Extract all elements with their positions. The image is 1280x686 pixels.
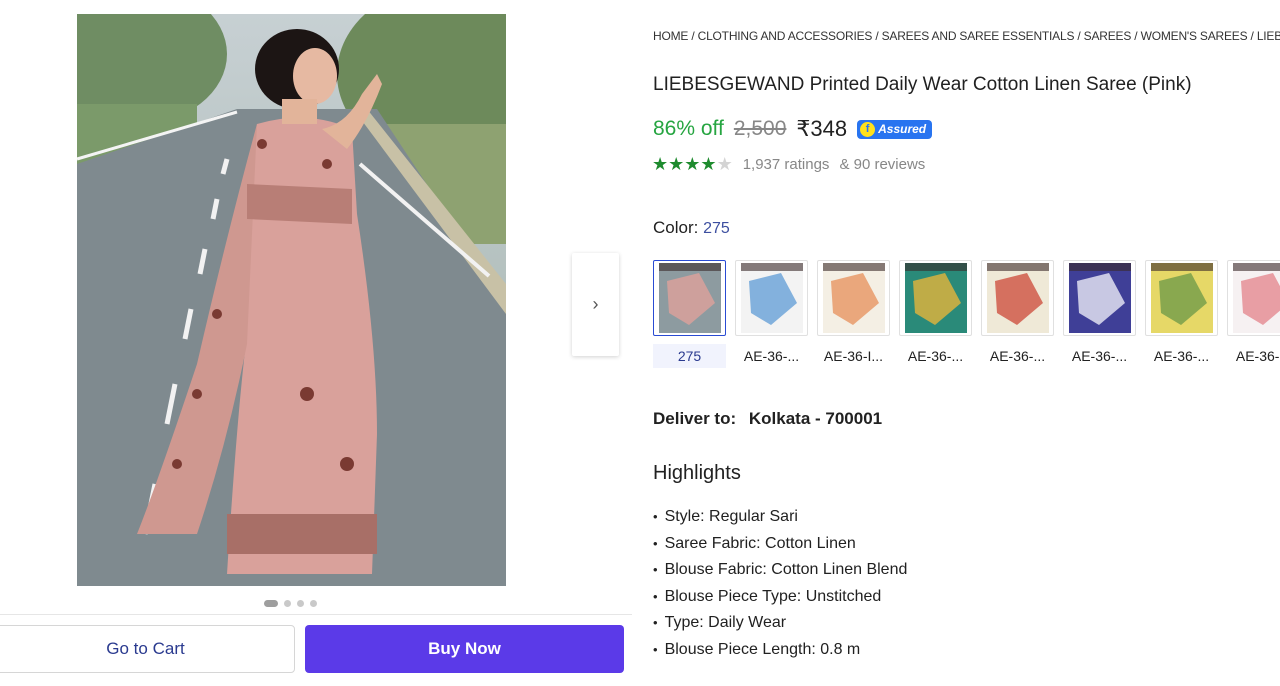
rating-row[interactable]: ★ ★ ★ ★ ★ 1,937 ratings & 90 reviews (652, 154, 925, 175)
swatch-label: AE-36-... (1235, 348, 1280, 364)
star-icon: ★ (700, 154, 717, 174)
delivery-info: Deliver to: Kolkata - 700001 (653, 409, 882, 429)
swatch-thumbnail[interactable] (899, 260, 972, 336)
product-title: LIEBESGEWAND Printed Daily Wear Cotton L… (653, 74, 1192, 95)
swatch-image (658, 263, 721, 333)
assured-badge: f Assured (857, 119, 933, 139)
star-icon: ★ (652, 154, 669, 174)
color-swatch[interactable]: AE-36-... (981, 260, 1054, 368)
flipkart-logo-icon: f (860, 121, 876, 137)
buy-now-button[interactable]: Buy Now (305, 625, 624, 673)
color-label-text: Color: (653, 218, 699, 237)
highlight-item: Type: Daily Wear (653, 610, 907, 637)
gallery-dots (264, 600, 317, 607)
highlights-title: Highlights (653, 462, 741, 484)
swatch-label: AE-36-... (989, 348, 1046, 364)
swatch-image (822, 263, 885, 333)
deliver-to-label: Deliver to: (653, 409, 737, 428)
swatch-thumbnail[interactable] (981, 260, 1054, 336)
price-row: 86% off 2,500 ₹348 f Assured (653, 116, 933, 142)
chevron-right-icon: › (592, 294, 599, 314)
gallery-dot[interactable] (264, 600, 278, 607)
color-label: Color: 275 (653, 218, 730, 238)
swatch-label: AE-36-... (1153, 348, 1210, 364)
swatch-label: AE-36-I... (823, 348, 884, 364)
go-to-cart-button[interactable]: Go to Cart (0, 625, 295, 673)
highlight-item: Style: Regular Sari (653, 504, 907, 531)
mrp-price: 2,500 (733, 117, 787, 140)
color-swatch[interactable]: AE-36-... (1227, 260, 1280, 368)
breadcrumb-item[interactable]: Clothing and Accessories (698, 29, 873, 43)
star-empty-icon: ★ (716, 154, 733, 174)
highlight-item: Blouse Piece Type: Unstitched (653, 584, 907, 611)
assured-label: Assured (878, 122, 927, 136)
swatch-image (1232, 263, 1280, 333)
reviews-count: & 90 reviews (839, 156, 926, 173)
breadcrumb-item[interactable]: Lieb (1257, 29, 1280, 43)
swatch-thumbnail[interactable] (653, 260, 726, 336)
color-swatch[interactable]: AE-36-... (735, 260, 808, 368)
breadcrumb: Home / Clothing and Accessories / Sarees… (653, 29, 1280, 43)
swatch-thumbnail[interactable] (817, 260, 890, 336)
highlight-item: Saree Fabric: Cotton Linen (653, 531, 907, 558)
product-main-image[interactable] (77, 14, 506, 586)
swatch-thumbnail[interactable] (1063, 260, 1136, 336)
breadcrumb-item[interactable]: Home (653, 29, 688, 43)
swatch-thumbnail[interactable] (735, 260, 808, 336)
swatch-label: AE-36-... (1071, 348, 1128, 364)
swatch-image (986, 263, 1049, 333)
delivery-location[interactable]: Kolkata - 700001 (749, 409, 882, 428)
swatch-image (1068, 263, 1131, 333)
ratings-count: 1,937 ratings (742, 156, 830, 173)
star-icon: ★ (684, 154, 701, 174)
selling-price: ₹348 (796, 116, 848, 141)
color-swatch[interactable]: AE-36-I... (817, 260, 890, 368)
discount-text: 86% off (653, 117, 724, 140)
color-swatch[interactable]: AE-36-... (899, 260, 972, 368)
saree-photo (77, 14, 506, 586)
swatch-label: AE-36-... (743, 348, 800, 364)
color-selected-value: 275 (703, 220, 730, 237)
color-swatch[interactable]: AE-36-... (1145, 260, 1218, 368)
swatch-image (904, 263, 967, 333)
highlights-list: Style: Regular Sari Saree Fabric: Cotton… (653, 504, 908, 664)
gallery-dot[interactable] (310, 600, 317, 607)
gallery-dot[interactable] (284, 600, 291, 607)
divider (0, 614, 632, 615)
color-swatch[interactable]: AE-36-... (1063, 260, 1136, 368)
breadcrumb-item[interactable]: Women's Sarees (1141, 29, 1248, 43)
color-swatch[interactable]: 275 (653, 260, 726, 368)
highlight-item: Blouse Fabric: Cotton Linen Blend (653, 557, 908, 584)
rating-stars: ★ ★ ★ ★ ★ (652, 154, 733, 175)
swatch-label: 275 (653, 344, 726, 368)
gallery-dot[interactable] (297, 600, 304, 607)
highlight-item: Blouse Piece Length: 0.8 m (653, 637, 907, 664)
swatch-thumbnail[interactable] (1227, 260, 1280, 336)
color-swatches: 275 AE-36-... AE-36-I... AE-36-... AE-36-...… (653, 260, 1280, 368)
swatch-image (740, 263, 803, 333)
swatch-label: AE-36-... (907, 348, 964, 364)
next-image-button[interactable]: › (572, 253, 619, 356)
swatch-thumbnail[interactable] (1145, 260, 1218, 336)
star-icon: ★ (668, 154, 685, 174)
breadcrumb-item[interactable]: Sarees and Saree Essentials (882, 29, 1075, 43)
breadcrumb-item[interactable]: Sarees (1084, 29, 1132, 43)
swatch-image (1150, 263, 1213, 333)
